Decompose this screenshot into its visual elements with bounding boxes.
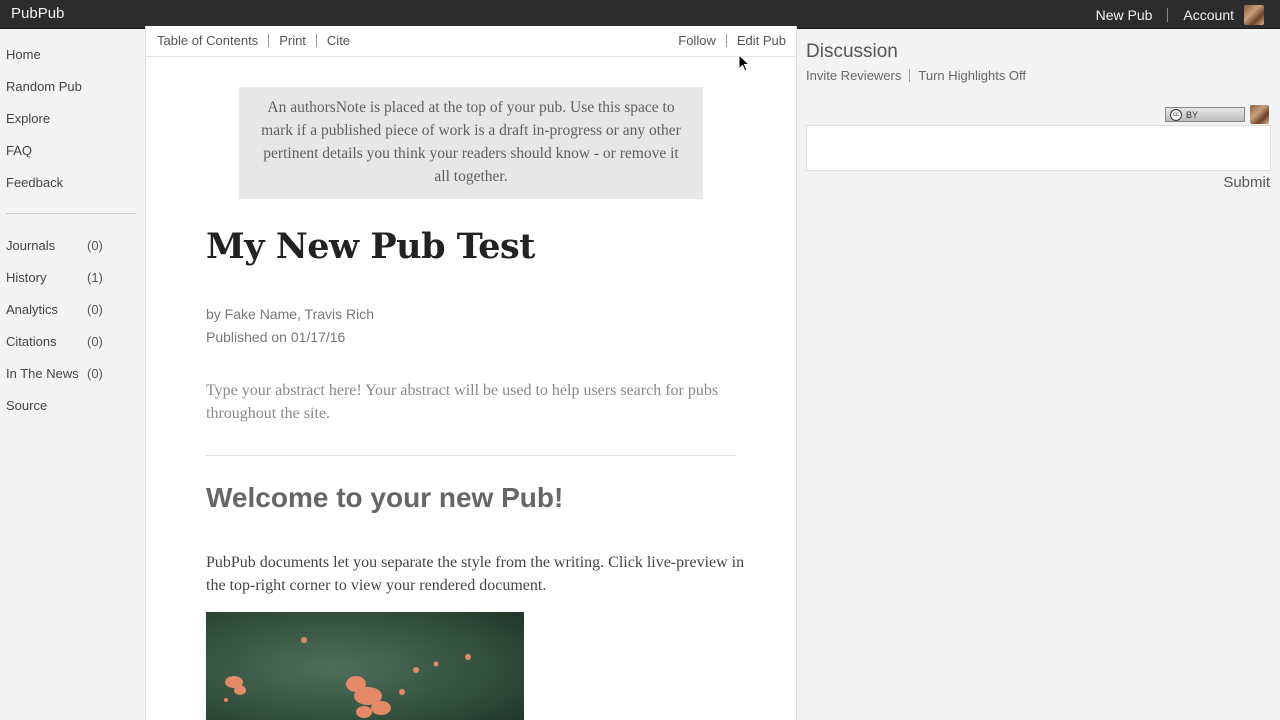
brand-logo[interactable]: PubPub bbox=[11, 5, 64, 22]
pub-byline: by Fake Name, Travis Rich bbox=[206, 306, 375, 322]
license-label: BY bbox=[1186, 109, 1199, 120]
sidebar-item-source[interactable]: Source bbox=[6, 398, 47, 413]
authors-note: An authorsNote is placed at the top of y… bbox=[239, 87, 703, 199]
pub-title: My New Pub Test bbox=[206, 226, 535, 267]
content-divider bbox=[206, 455, 736, 456]
top-bar-actions: New Pub Account bbox=[1096, 0, 1264, 29]
invite-reviewers-link[interactable]: Invite Reviewers bbox=[806, 68, 901, 83]
sidebar-item-explore[interactable]: Explore bbox=[6, 111, 50, 126]
follow-link[interactable]: Follow bbox=[678, 33, 716, 48]
mouse-pointer-icon bbox=[738, 54, 751, 72]
sidebar-item-analytics[interactable]: Analytics bbox=[6, 302, 58, 317]
toolbar-divider bbox=[315, 34, 317, 47]
cc-by-license-icon[interactable]: cc BY bbox=[1165, 107, 1245, 122]
avatar-icon[interactable] bbox=[1244, 4, 1264, 25]
cite-link[interactable]: Cite bbox=[327, 33, 350, 48]
analytics-count: (0) bbox=[87, 302, 103, 317]
top-bar-divider bbox=[1167, 7, 1169, 22]
history-count: (1) bbox=[87, 270, 103, 285]
pub-image bbox=[206, 612, 524, 720]
new-pub-link[interactable]: New Pub bbox=[1096, 7, 1153, 23]
pub-content-panel: Table of Contents Print Cite Follow Edit… bbox=[145, 26, 797, 720]
edit-pub-link[interactable]: Edit Pub bbox=[737, 33, 786, 48]
sidebar-item-home[interactable]: Home bbox=[6, 47, 41, 62]
pub-published-date: Published on 01/17/16 bbox=[206, 329, 346, 345]
avatar-icon bbox=[1250, 105, 1269, 124]
account-link[interactable]: Account bbox=[1183, 7, 1234, 23]
sidebar-item-feedback[interactable]: Feedback bbox=[6, 175, 63, 190]
pub-image-graphic bbox=[206, 612, 524, 720]
table-of-contents-link[interactable]: Table of Contents bbox=[157, 33, 258, 48]
cc-icon: cc bbox=[1170, 108, 1182, 121]
sidebar-item-in-the-news[interactable]: In The News bbox=[6, 366, 79, 381]
discussion-divider bbox=[909, 69, 911, 82]
sidebar-divider bbox=[6, 213, 136, 214]
turn-highlights-off-link[interactable]: Turn Highlights Off bbox=[918, 68, 1026, 83]
sidebar-item-citations[interactable]: Citations bbox=[6, 334, 57, 349]
pub-toolbar: Table of Contents Print Cite Follow Edit… bbox=[146, 26, 796, 57]
sidebar-item-history[interactable]: History bbox=[6, 270, 46, 285]
sidebar-item-faq[interactable]: FAQ bbox=[6, 143, 32, 158]
submit-button[interactable]: Submit bbox=[1223, 174, 1270, 191]
sidebar-item-journals[interactable]: Journals bbox=[6, 238, 55, 253]
citations-count: (0) bbox=[87, 334, 103, 349]
in-the-news-count: (0) bbox=[87, 366, 103, 381]
pub-abstract: Type your abstract here! Your abstract w… bbox=[206, 382, 719, 422]
section-heading: Welcome to your new Pub! bbox=[206, 482, 564, 513]
discussion-actions: Invite Reviewers Turn Highlights Off bbox=[806, 68, 1026, 83]
discussion-panel: Discussion Invite Reviewers Turn Highlig… bbox=[797, 29, 1280, 720]
discussion-input[interactable] bbox=[806, 125, 1271, 171]
left-sidebar: Home Random Pub Explore FAQ Feedback Jou… bbox=[0, 29, 145, 720]
pub-body-text: PubPub documents let you separate the st… bbox=[206, 554, 745, 594]
sidebar-item-random-pub[interactable]: Random Pub bbox=[6, 79, 82, 94]
toolbar-divider bbox=[725, 34, 727, 47]
top-bar: PubPub New Pub Account bbox=[0, 0, 1280, 29]
toolbar-divider bbox=[268, 34, 270, 47]
print-link[interactable]: Print bbox=[279, 33, 306, 48]
discussion-title: Discussion bbox=[806, 41, 898, 62]
journals-count: (0) bbox=[87, 238, 103, 253]
